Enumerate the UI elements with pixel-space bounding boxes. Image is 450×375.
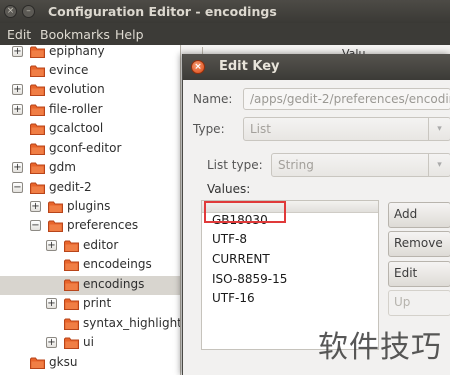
tree-row-epiphany[interactable]: + epiphany [0,45,180,62]
tree-row-gedit-2[interactable]: − gedit-2 [0,179,180,198]
tree-row-label: evince [49,63,89,77]
annotation-highlight-box [204,201,286,223]
folder-icon [64,279,79,291]
tree-row-evolution[interactable]: + evolution [0,81,180,100]
tree-row-label: ui [83,335,94,349]
tree-row-encodings[interactable]: encodings [0,276,180,295]
folder-icon [30,104,45,116]
tree-row-gcalctool[interactable]: gcalctool [0,120,180,139]
type-combo[interactable]: List ▾ [243,117,450,141]
tree-row-label: preferences [67,218,139,232]
folder-icon [30,123,45,135]
menu-help[interactable]: Help [115,27,144,42]
folder-icon [30,84,45,96]
expand-icon[interactable]: + [46,337,57,348]
list-item[interactable]: UTF-16 [212,291,255,305]
window-title: Configuration Editor - encodings [48,4,277,19]
folder-icon [30,46,45,58]
name-label: Name: [193,92,233,106]
up-button[interactable]: Up [388,290,450,316]
main-window-titlebar: × – Configuration Editor - encodings [0,0,450,23]
tree-row-gconf-editor[interactable]: gconf-editor [0,140,180,159]
tree-row-plugins[interactable]: + plugins [0,198,180,217]
folder-icon [64,298,79,310]
window-close-icon[interactable]: × [4,5,17,18]
tree-row-print[interactable]: + print [0,295,180,314]
tree-row-encodeings[interactable]: encodeings [0,256,180,275]
tree-row-ui[interactable]: + ui [0,334,180,353]
dialog-close-icon[interactable]: × [191,60,205,74]
watermark-text: 软件技巧 [318,330,442,365]
tree-row-label: gksu [49,355,78,369]
folder-icon [30,162,45,174]
window-minimize-icon[interactable]: – [22,5,35,18]
tree-row-label: editor [83,238,119,252]
tree-row-label: gedit-2 [49,180,92,194]
list-type-combo-value: String [278,158,314,172]
chevron-down-icon: ▾ [428,154,450,176]
folder-icon [48,220,63,232]
list-type-combo[interactable]: String ▾ [271,153,450,177]
tree-row-label: plugins [67,199,111,213]
expand-icon[interactable]: + [12,104,23,115]
add-button[interactable]: Add [388,202,450,228]
tree-row-preferences[interactable]: − preferences [0,217,180,236]
menu-edit[interactable]: Edit [7,27,31,42]
tree-row-gksu[interactable]: gksu [0,354,180,373]
tree-row-label: print [83,296,112,310]
tree-row-label: epiphany [49,45,105,58]
list-type-label: List type: [207,158,263,172]
expand-icon[interactable]: + [12,84,23,95]
list-item[interactable]: UTF-8 [212,232,247,246]
dialog-title: Edit Key [219,59,280,74]
menu-bookmarks[interactable]: Bookmarks [40,27,110,42]
folder-icon [64,240,79,252]
tree-row-syntax_highlighting[interactable]: syntax_highlighting [0,315,181,334]
remove-button[interactable]: Remove [388,231,450,257]
collapse-icon[interactable]: − [12,182,23,193]
edit-button[interactable]: Edit [388,261,450,287]
tree-row-label: encodings [83,277,145,291]
collapse-icon[interactable]: − [30,220,41,231]
folder-icon [64,259,79,271]
folder-icon [30,143,45,155]
tree-row-gdm[interactable]: + gdm [0,159,180,178]
name-field[interactable]: /apps/gedit-2/preferences/encodings [243,88,450,110]
expand-icon[interactable]: + [12,46,23,57]
expand-icon[interactable]: + [30,201,41,212]
values-label: Values: [207,182,251,196]
list-item[interactable]: ISO-8859-15 [212,272,287,286]
tree-row-label: file-roller [49,102,103,116]
tree-row-label: gcalctool [49,121,104,135]
folder-icon [64,318,79,330]
dialog-titlebar: × Edit Key [183,54,450,80]
folder-icon [48,201,63,213]
tree-row-label: syntax_highlighting [83,316,181,330]
list-item[interactable]: CURRENT [212,252,270,266]
tree-row-editor[interactable]: + editor [0,237,180,256]
folder-icon [64,337,79,349]
tree-row-label: encodeings [83,257,152,271]
key-tree: + epiphany evince + evolution + file-roller gca… [0,45,181,375]
expand-icon[interactable]: + [46,298,57,309]
expand-icon[interactable]: + [46,240,57,251]
menubar: Edit Bookmarks Help [0,23,450,45]
type-label: Type: [193,122,225,136]
tree-row-label: evolution [49,82,105,96]
tree-row-file-roller[interactable]: + file-roller [0,101,180,120]
folder-icon [30,65,45,77]
chevron-down-icon: ▾ [428,118,450,140]
tree-row-label: gdm [49,160,76,174]
folder-icon [30,182,45,194]
tree-row-label: gconf-editor [49,141,122,155]
tree-row-evince[interactable]: evince [0,62,180,81]
expand-icon[interactable]: + [12,162,23,173]
folder-icon [30,357,45,369]
type-combo-value: List [250,122,271,136]
